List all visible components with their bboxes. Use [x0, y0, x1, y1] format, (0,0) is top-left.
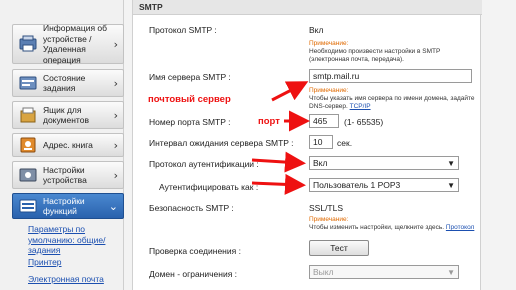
smtp-timeout-input[interactable]: 10	[309, 135, 333, 149]
nav-item-label: Информация об устройстве / Удаленная опе…	[43, 23, 107, 65]
domain-restriction-value: Выкл	[313, 267, 334, 277]
connection-test-label: Проверка соединения :	[149, 246, 241, 256]
nav-item-label: Настройки функций	[43, 195, 85, 217]
job-status-icon	[17, 72, 39, 94]
nav-item-device-info[interactable]: Информация об устройстве / Удаленная опе…	[12, 23, 124, 65]
annotation-mail-server: почтовый сервер	[148, 94, 231, 105]
auth-protocol-label: Протокол аутентификации :	[149, 159, 259, 169]
note-text: Необходимо произвести настройки в SMTP (…	[309, 48, 441, 63]
section-title: SMTP	[133, 0, 482, 15]
device-info-icon	[17, 33, 39, 55]
chevron-right-icon: ›	[113, 169, 118, 182]
chevron-right-icon: ›	[113, 109, 118, 122]
note-text: Чтобы указать имя сервера по имени домен…	[309, 95, 475, 110]
nav-item-function-settings[interactable]: Настройки функций ⌄	[12, 193, 124, 219]
nav-item-label: Адрес. книга	[43, 139, 93, 150]
smtp-timeout-unit: сек.	[337, 138, 353, 148]
subnav-item-email[interactable]: Электронная почта	[28, 274, 120, 285]
test-button[interactable]: Тест	[309, 240, 369, 256]
document-box-icon	[17, 104, 39, 126]
auth-as-select[interactable]: Пользователь 1 POP3 ▼	[309, 178, 459, 192]
note-title: Примечание:	[309, 40, 349, 47]
nav-item-document-box[interactable]: Ящик для документов ›	[12, 101, 124, 129]
chevron-right-icon: ›	[113, 139, 118, 152]
right-background	[482, 0, 516, 290]
note-smtp-required: Примечание: Необходимо произвести настро…	[309, 40, 479, 64]
nav-item-label: Состояние задания	[43, 72, 86, 94]
domain-restriction-select: Выкл ▼	[309, 265, 459, 279]
smtp-protocol-value: Вкл	[309, 25, 324, 35]
note-change-settings: Примечание: Чтобы изменить настройки, ще…	[309, 216, 479, 232]
auth-as-value: Пользователь 1 POP3	[313, 180, 401, 190]
smtp-security-value: SSL/TLS	[309, 203, 344, 213]
chevron-right-icon: ›	[113, 38, 118, 51]
note-dns-server: Примечание: Чтобы указать имя сервера по…	[309, 87, 479, 111]
chevron-down-icon: ⌄	[108, 200, 118, 213]
nav-item-label: Ящик для документов	[43, 104, 89, 126]
smtp-security-label: Безопасность SMTP :	[149, 203, 234, 213]
subnav-item-defaults[interactable]: Параметры по умолчанию: общие/задания	[28, 224, 120, 256]
smtp-server-input[interactable]: smtp.mail.ru	[309, 69, 472, 83]
dropdown-arrow-icon: ▼	[447, 268, 455, 277]
protocol-link[interactable]: Протокол	[446, 224, 474, 231]
auth-protocol-select[interactable]: Вкл ▼	[309, 156, 459, 170]
smtp-timeout-label: Интервал ожидания сервера SMTP :	[149, 138, 294, 148]
smtp-port-range: (1- 65535)	[344, 117, 384, 127]
nav-item-address-book[interactable]: Адрес. книга ›	[12, 133, 124, 157]
note-title: Примечание:	[309, 87, 349, 94]
left-navigation: Информация об устройстве / Удаленная опе…	[0, 0, 124, 290]
dropdown-arrow-icon: ▼	[447, 159, 455, 168]
domain-restriction-label: Домен - ограничения :	[149, 269, 238, 279]
annotation-port: порт	[258, 116, 280, 127]
note-text: Чтобы изменить настройки, щелкните здесь…	[309, 224, 445, 231]
address-book-icon	[17, 134, 39, 156]
smtp-port-label: Номер порта SMTP :	[149, 117, 231, 127]
auth-protocol-value: Вкл	[313, 158, 328, 168]
smtp-settings-panel: SMTP Протокол SMTP : Вкл Примечание: Нео…	[132, 0, 482, 290]
smtp-port-input[interactable]: 465	[309, 114, 339, 128]
note-title: Примечание:	[309, 216, 349, 223]
tcpip-link[interactable]: TCP/IP	[350, 103, 371, 110]
auth-as-label: Аутентифицировать как :	[159, 182, 259, 192]
smtp-protocol-label: Протокол SMTP :	[149, 25, 217, 35]
smtp-server-label: Имя сервера SMTP :	[149, 72, 231, 82]
device-settings-icon	[17, 164, 39, 186]
dropdown-arrow-icon: ▼	[447, 181, 455, 190]
chevron-right-icon: ›	[113, 77, 118, 90]
nav-item-job-status[interactable]: Состояние задания ›	[12, 69, 124, 97]
nav-item-label: Настройки устройства	[43, 164, 87, 186]
subnav-item-printer[interactable]: Принтер	[28, 257, 120, 268]
function-settings-icon	[17, 195, 39, 217]
nav-item-device-settings[interactable]: Настройки устройства ›	[12, 161, 124, 189]
